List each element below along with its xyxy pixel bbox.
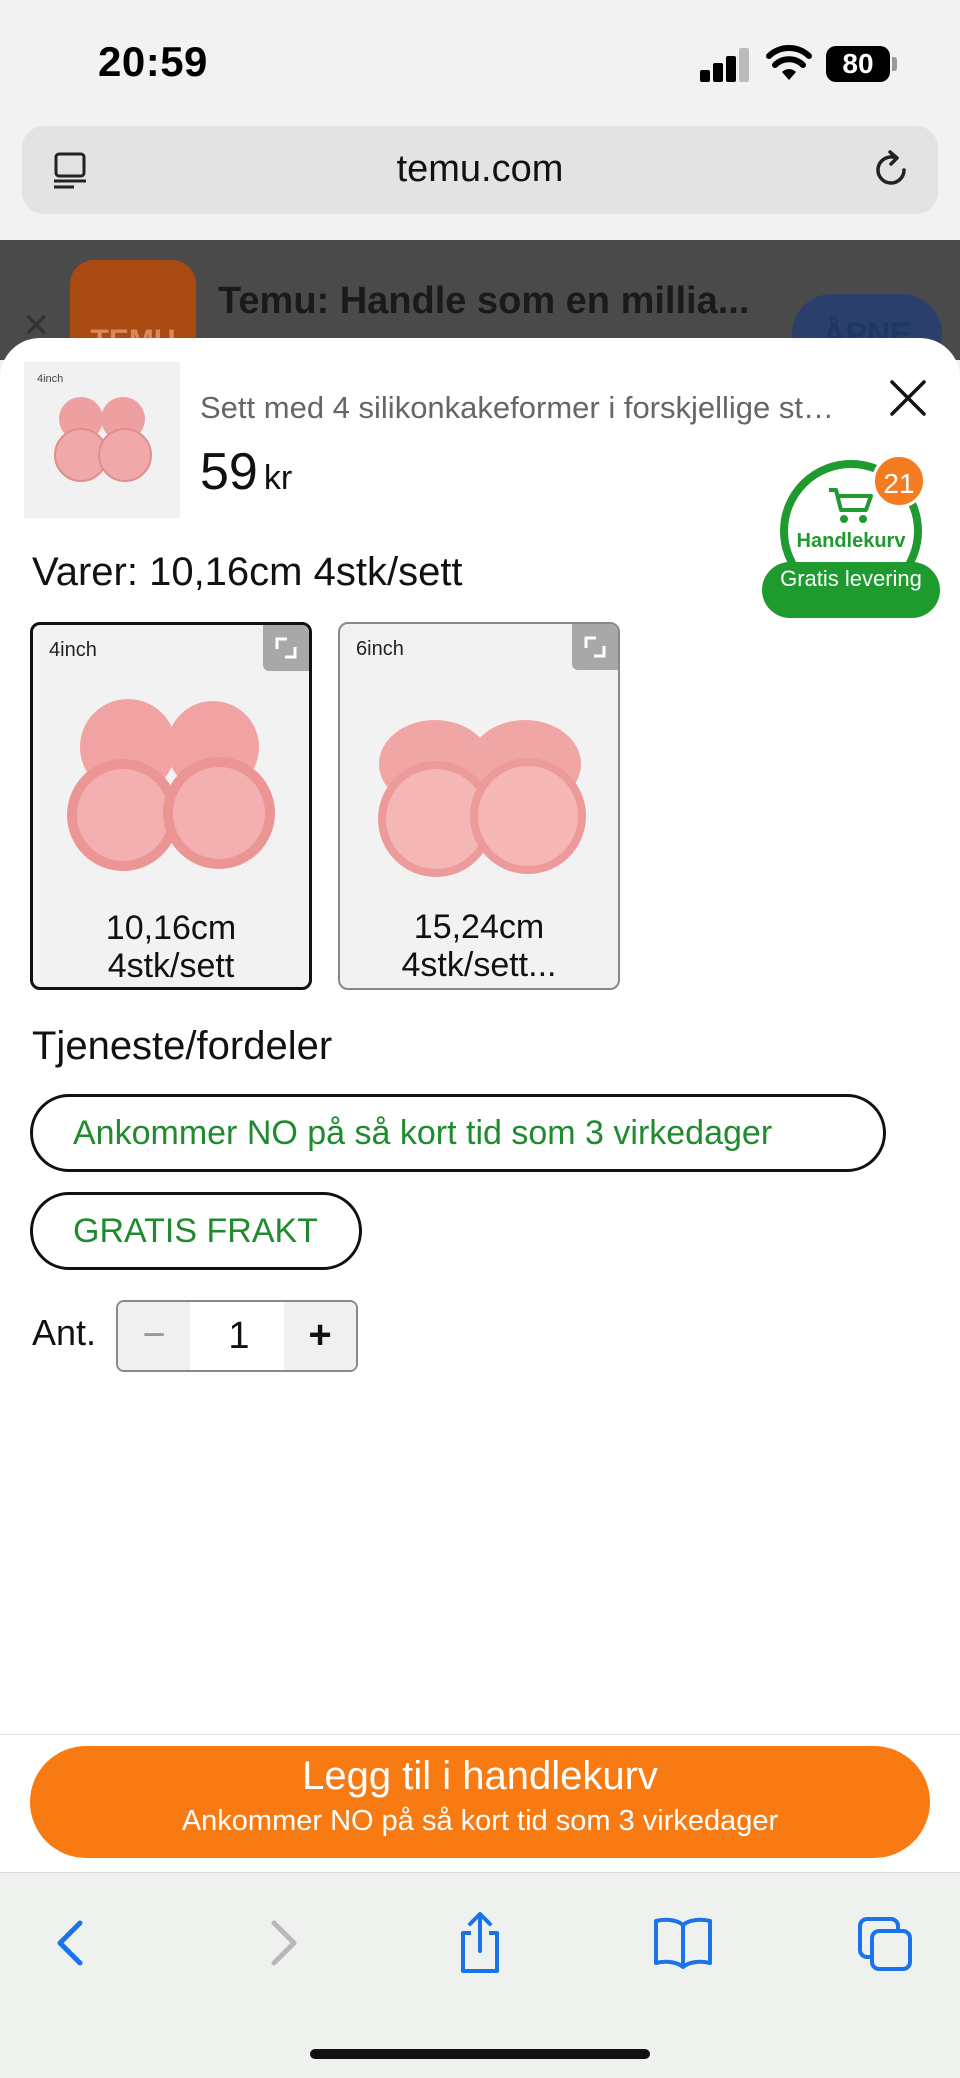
divider [0,1734,960,1735]
add-to-cart-label: Legg til i handlekurv [302,1754,658,1798]
variant-tag: 6inch [356,638,404,660]
address-bar[interactable]: temu.com [22,126,938,214]
services-label: Tjeneste/fordeler [32,1024,333,1068]
variant-option-6inch[interactable]: 6inch 15,24cm 4stk/sett... [338,622,620,990]
browser-toolbar [0,1872,960,2078]
variant-image [378,720,586,877]
quantity-label: Ant. [32,1312,97,1353]
status-time: 20:59 [98,38,208,85]
quantity-value[interactable]: 1 [190,1302,288,1370]
variant-image [67,699,275,871]
expand-icon[interactable] [572,624,618,670]
battery-level: 80 [826,46,890,82]
add-to-cart-subtitle: Ankommer NO på så kort tid som 3 virkeda… [181,1805,779,1837]
status-bar: 20:59 80 [0,0,960,120]
bookmarks-icon[interactable] [648,1911,718,1975]
forward-icon[interactable] [246,1911,316,1975]
wifi-icon [766,45,812,80]
price-currency: kr [263,459,293,497]
service-badge-free-shipping: GRATIS FRAKT [30,1192,362,1270]
add-to-cart-button[interactable]: Legg til i handlekurv Ankommer NO på så … [30,1746,930,1858]
price-amount: 59 [200,443,258,501]
banner-title: Temu: Handle som en millia... [218,280,750,322]
share-icon[interactable] [445,1911,515,1975]
variant-label: Varer: 10,16cm 4stk/sett [32,550,463,594]
thumbnail-label: 4inch [37,373,64,385]
expand-icon[interactable] [263,625,309,671]
url-text[interactable]: temu.com [22,148,938,191]
signal-icon [700,48,752,82]
cart-button[interactable]: Handlekurv 21 Gratis levering [762,454,940,630]
cart-label: Handlekurv [796,530,906,552]
battery-icon: 80 [826,46,897,82]
back-icon[interactable] [38,1911,108,1975]
close-icon[interactable] [888,378,928,418]
product-thumbnail: 4inch [24,362,180,518]
product-options-sheet: 4inch Sett med 4 silikonkakeformer i for… [0,338,960,1878]
reload-icon[interactable] [870,148,914,192]
cart-icon [829,488,873,523]
home-indicator [310,2049,650,2059]
product-title: Sett med 4 silikonkakeformer i forskjell… [200,390,840,425]
service-badge-delivery: Ankommer NO på så kort tid som 3 virkeda… [30,1094,886,1172]
cake-pans-image [54,397,152,482]
tabs-icon[interactable] [850,1911,920,1975]
variant-name: 10,16cm 4stk/sett [105,909,237,985]
product-price: 59 kr [200,442,292,502]
free-delivery-badge: Gratis levering [762,562,940,618]
cart-count-badge: 21 [872,454,926,508]
variant-tag: 4inch [49,639,97,661]
variant-name: 15,24cm 4stk/sett... [401,908,557,984]
quantity-decrease-button[interactable]: − [118,1302,190,1370]
quantity-increase-button[interactable]: + [284,1302,356,1370]
quantity-stepper: − 1 + [116,1300,358,1372]
variant-option-4inch[interactable]: 4inch 10,16cm 4stk/sett [30,622,312,990]
